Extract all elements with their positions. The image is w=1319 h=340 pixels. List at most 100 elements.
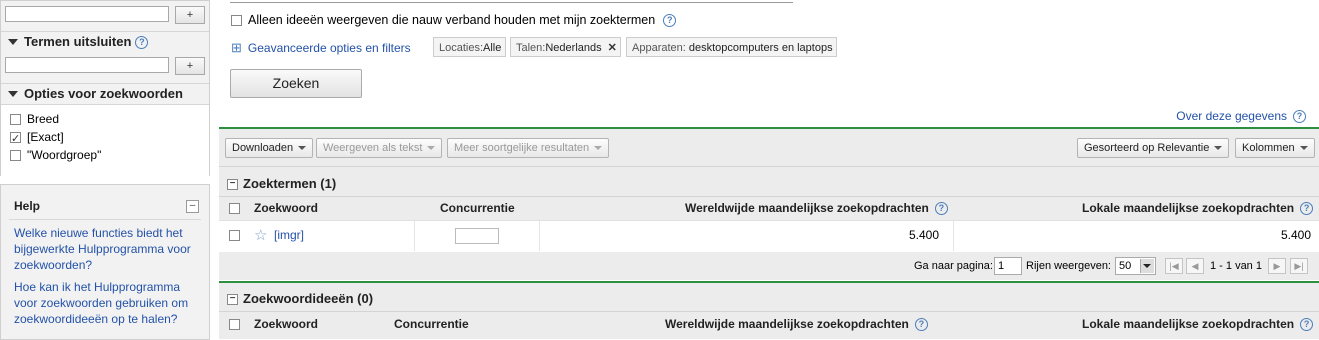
dropdown-caret-icon — [1299, 146, 1308, 151]
help-question-icon[interactable]: ? — [914, 318, 928, 332]
phrase-label: "Woordgroep" — [27, 148, 102, 162]
keyword-ideas-header-bar — [219, 283, 1319, 311]
col-global-searches[interactable]: Wereldwijde maandelijkse zoekopdrachten? — [685, 201, 948, 216]
only-related-checkbox[interactable] — [231, 15, 242, 27]
cell-divider — [414, 221, 415, 251]
advanced-options-toggle[interactable]: ⊞ Geavanceerde opties en filters — [231, 40, 411, 56]
search-terms-title[interactable]: − Zoektermen (1) — [227, 176, 336, 191]
sidebar-filters-panel: + Termen uitsluiten? + Opties voor zoekw… — [0, 0, 210, 176]
col-competition[interactable]: Concurrentie — [394, 317, 469, 331]
collapse-triangle-icon — [8, 39, 18, 46]
exclude-terms-input[interactable] — [5, 57, 169, 73]
about-data-row[interactable]: Over deze gegevens? — [1176, 108, 1306, 124]
search-terms-title-text: Zoektermen (1) — [243, 176, 337, 191]
more-like-these-button[interactable]: Meer soortgelijke resultaten — [447, 138, 610, 158]
collapse-minus-icon[interactable]: − — [227, 179, 238, 191]
star-icon[interactable]: ☆ — [254, 226, 267, 244]
col-local-label: Lokale maandelijkse zoekopdrachten — [1082, 317, 1295, 331]
help-question-icon[interactable]: ? — [934, 202, 948, 216]
advanced-options-label[interactable]: Geavanceerde opties en filters — [248, 41, 411, 55]
chip-languages-value: Nederlands — [545, 42, 602, 54]
exact-checkbox[interactable] — [10, 130, 21, 148]
main-content: Alleen ideeën weergeven die nauw verband… — [219, 0, 1319, 339]
last-page-icon[interactable]: ▶| — [1290, 258, 1308, 274]
chip-devices-key: Apparaten: — [632, 42, 686, 54]
about-data-link[interactable]: Over deze gegevens — [1176, 109, 1287, 123]
keyword-ideas-title[interactable]: − Zoekwoordideeën (0) — [227, 291, 373, 306]
col-competition[interactable]: Concurrentie — [440, 201, 515, 215]
col-local-label: Lokale maandelijkse zoekopdrachten — [1082, 201, 1295, 215]
rows-per-page-label: Rijen weergeven: — [1026, 260, 1111, 272]
col-local-searches[interactable]: Lokale maandelijkse zoekopdrachten? — [1082, 317, 1314, 332]
exclude-terms-row: + — [5, 57, 205, 75]
chip-locations[interactable]: Locaties:Alle — [433, 37, 506, 57]
help-panel: Help – Welke nieuwe functies biedt het b… — [0, 184, 210, 340]
row-keyword-link[interactable]: [imgr] — [274, 228, 304, 242]
help-question-icon[interactable]: ? — [1300, 202, 1314, 216]
only-related-row[interactable]: Alleen ideeën weergeven die nauw verband… — [231, 12, 677, 28]
help-link-get-ideas[interactable]: Hoe kan ik het Hulpprogramma voor zoekwo… — [14, 279, 199, 327]
help-question-icon[interactable]: ? — [1300, 318, 1314, 332]
select-all-checkbox[interactable] — [229, 203, 240, 214]
match-option-exact[interactable]: [Exact] — [10, 128, 64, 148]
broad-checkbox[interactable] — [10, 114, 21, 126]
col-global-label: Wereldwijde maandelijkse zoekopdrachten — [685, 201, 929, 215]
download-label: Downloaden — [232, 142, 294, 154]
columns-button[interactable]: Kolommen — [1235, 138, 1315, 158]
view-as-text-button[interactable]: Weergeven als tekst — [316, 138, 443, 158]
match-option-broad[interactable]: Breed — [10, 110, 59, 128]
col-keyword[interactable]: Zoekwoord — [254, 317, 318, 331]
rows-per-page-select[interactable]: 50 — [1115, 257, 1156, 275]
chip-devices[interactable]: Apparaten: desktopcomputers en laptops — [626, 37, 837, 57]
chip-languages-key: Talen: — [516, 42, 546, 54]
cell-divider — [953, 221, 954, 251]
chip-languages[interactable]: Talen:Nederlands ✕ — [510, 37, 621, 57]
prev-page-icon[interactable]: ◀ — [1186, 258, 1204, 274]
keyword-textarea-edge[interactable] — [230, 0, 793, 3]
row-checkbox[interactable] — [229, 230, 240, 241]
exclude-terms-add-button[interactable]: + — [175, 57, 205, 75]
help-collapse-icon[interactable]: – — [186, 200, 199, 213]
next-page-icon[interactable]: ▶ — [1268, 258, 1286, 274]
exclude-terms-header[interactable]: Termen uitsluiten? — [1, 31, 209, 52]
select-arrow-icon — [1140, 259, 1154, 273]
help-question-icon[interactable]: ? — [1293, 110, 1306, 124]
col-global-searches[interactable]: Wereldwijde maandelijkse zoekopdrachten? — [665, 317, 928, 332]
chip-locations-value: Alle — [483, 42, 502, 54]
rows-per-page-value: 50 — [1119, 260, 1132, 272]
download-button[interactable]: Downloaden — [225, 138, 314, 158]
match-option-phrase[interactable]: "Woordgroep" — [10, 146, 101, 164]
chip-locations-key: Locaties: — [439, 42, 484, 54]
include-terms-input[interactable] — [5, 6, 169, 22]
help-question-icon[interactable]: ? — [663, 14, 677, 28]
dropdown-caret-icon — [1214, 146, 1223, 151]
match-types-title: Opties voor zoekwoorden — [24, 86, 183, 101]
collapse-minus-icon[interactable]: − — [227, 294, 238, 306]
expand-plus-icon: ⊞ — [231, 40, 242, 55]
sort-label: Gesorteerd op Relevantie — [1084, 142, 1210, 154]
view-as-text-label: Weergeven als tekst — [323, 142, 423, 154]
col-local-searches[interactable]: Lokale maandelijkse zoekopdrachten? — [1082, 201, 1314, 216]
first-page-icon[interactable]: |◀ — [1165, 258, 1183, 274]
help-question-icon[interactable]: ? — [135, 36, 149, 50]
collapse-triangle-icon — [8, 91, 18, 98]
phrase-checkbox[interactable] — [10, 150, 21, 162]
col-keyword[interactable]: Zoekwoord — [254, 201, 318, 215]
sort-button[interactable]: Gesorteerd op Relevantie — [1077, 138, 1230, 158]
include-terms-row: + — [5, 6, 205, 24]
table-row[interactable] — [219, 220, 1319, 253]
select-all-checkbox[interactable] — [229, 319, 240, 330]
search-button[interactable]: Zoeken — [230, 69, 362, 98]
match-types-header[interactable]: Opties voor zoekwoorden — [1, 83, 209, 104]
goto-page-input[interactable] — [994, 257, 1022, 275]
goto-page-label: Ga naar pagina: — [914, 260, 993, 272]
include-terms-add-button[interactable]: + — [175, 6, 205, 24]
search-terms-header-bar — [219, 166, 1319, 197]
help-link-new-features[interactable]: Welke nieuwe functies biedt het bijgewer… — [14, 225, 199, 273]
more-like-these-label: Meer soortgelijke resultaten — [454, 142, 590, 154]
dropdown-caret-icon — [594, 146, 603, 151]
only-related-label: Alleen ideeën weergeven die nauw verband… — [248, 13, 656, 27]
remove-x-icon[interactable]: ✕ — [608, 42, 617, 54]
col-global-label: Wereldwijde maandelijkse zoekopdrachten — [665, 317, 909, 331]
competition-bar — [455, 228, 499, 244]
